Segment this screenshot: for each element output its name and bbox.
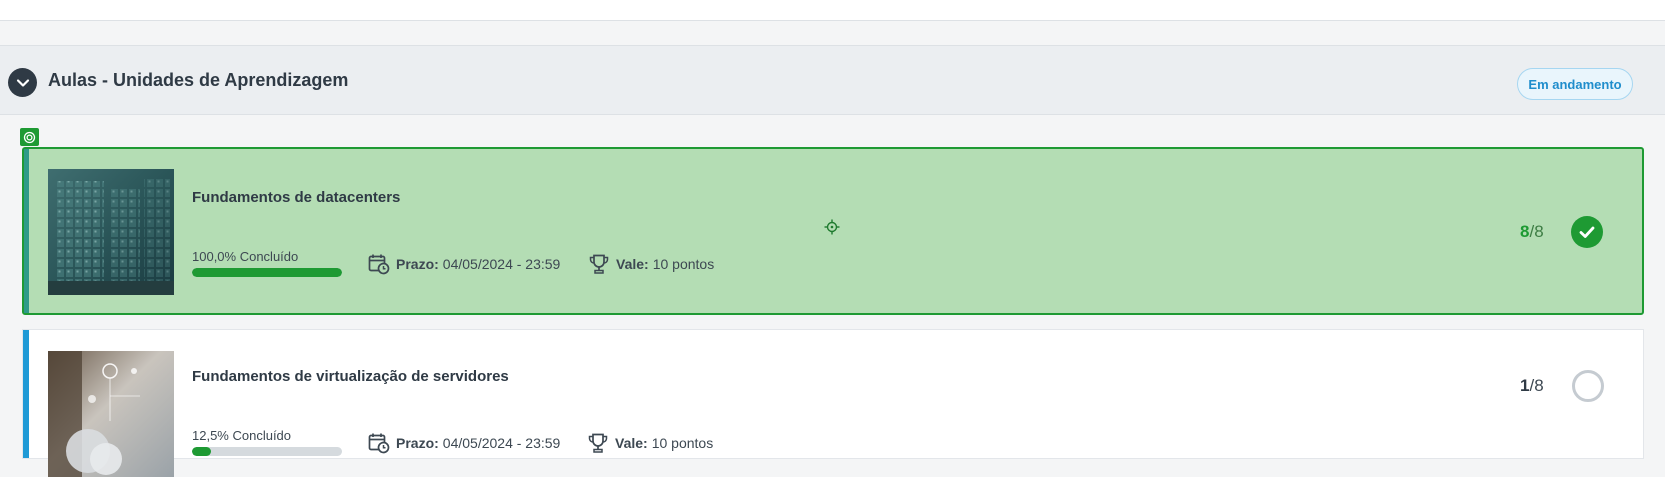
focus-marker-icon	[20, 128, 39, 146]
deadline-label: Prazo:	[396, 435, 439, 451]
card-stripe	[24, 149, 29, 313]
empty-circle-icon	[1572, 370, 1604, 402]
lesson-thumbnail	[48, 169, 174, 295]
deadline-value: 04/05/2024 - 23:59	[442, 435, 561, 451]
progress-fill	[192, 447, 211, 456]
progress-label: 100,0% Concluído	[192, 249, 299, 264]
top-bar	[0, 0, 1665, 21]
progress-bar	[192, 447, 342, 456]
lesson-progress: 100,0% Concluído	[192, 249, 342, 277]
points-label: Vale:	[616, 256, 649, 272]
check-circle-icon	[1571, 216, 1603, 248]
lesson-thumbnail	[48, 351, 174, 477]
lesson-card[interactable]: Fundamentos de virtualização de servidor…	[22, 329, 1644, 477]
progress-label: 12,5% Concluído	[192, 428, 292, 443]
progress-fill	[192, 268, 342, 277]
points-info: Vale: 10 pontos	[587, 432, 713, 454]
status-badge: Em andamento	[1517, 68, 1633, 100]
progress-bar	[192, 268, 342, 277]
trophy-icon	[589, 254, 609, 274]
lesson-title[interactable]: Fundamentos de datacenters	[192, 189, 400, 206]
points-value: 10 pontos	[652, 256, 715, 272]
crosshair-icon	[824, 219, 840, 235]
collapse-toggle-button[interactable]	[8, 68, 37, 97]
chevron-down-icon	[16, 78, 29, 87]
deadline-info: Prazo: 04/05/2024 - 23:59	[368, 253, 560, 275]
points-label: Vale:	[615, 435, 648, 451]
section-title: Aulas - Unidades de Aprendizagem	[48, 70, 349, 90]
points-value: 10 pontos	[651, 435, 714, 451]
lesson-card[interactable]: Fundamentos de datacenters 100,0% Conclu…	[22, 147, 1644, 315]
activity-count: 1/8	[1520, 376, 1544, 396]
deadline-value: 04/05/2024 - 23:59	[442, 256, 561, 272]
lesson-title[interactable]: Fundamentos de virtualização de servidor…	[192, 368, 509, 385]
calendar-clock-icon	[368, 433, 390, 454]
activity-count: 8/8	[1520, 222, 1544, 242]
trophy-icon	[588, 433, 608, 453]
deadline-info: Prazo: 04/05/2024 - 23:59	[368, 432, 560, 454]
section-header[interactable]: Aulas - Unidades de Aprendizagem Em anda…	[0, 45, 1665, 115]
card-stripe	[23, 330, 29, 458]
points-info: Vale: 10 pontos	[588, 253, 714, 275]
calendar-clock-icon	[368, 254, 390, 275]
deadline-label: Prazo:	[396, 256, 439, 272]
lesson-progress: 12,5% Concluído	[192, 428, 342, 456]
total-count: /8	[1529, 222, 1544, 241]
total-count: /8	[1529, 376, 1544, 395]
